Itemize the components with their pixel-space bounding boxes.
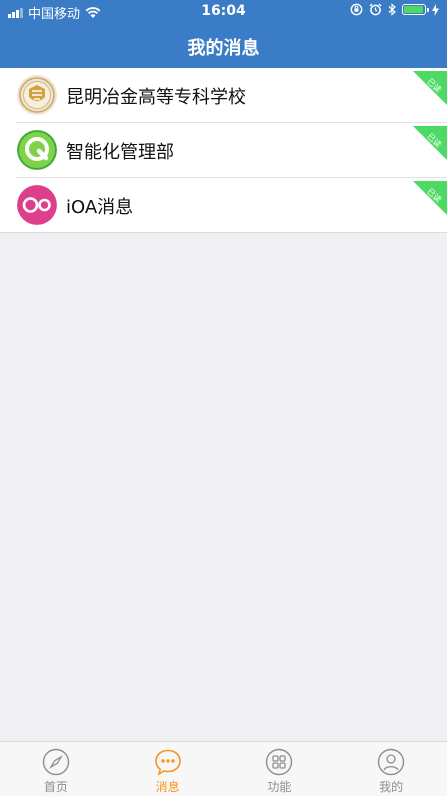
chat-bubble-icon [154, 749, 181, 776]
user-icon [377, 748, 405, 776]
message-item-title: iOA消息 [66, 197, 134, 218]
message-item-title: 昆明冶金高等专科学校 [66, 87, 246, 108]
read-badge: 已读 [413, 126, 447, 160]
tab-functions[interactable]: 功能 [224, 742, 336, 796]
status-right [350, 3, 439, 16]
page-title: 我的消息 [187, 38, 260, 59]
tab-label: 消息 [155, 780, 180, 794]
tab-bar: 首页 消息 功能 我的 [0, 741, 447, 796]
compass-icon [42, 748, 70, 776]
message-list: 昆明冶金高等专科学校 已读 智能化管理部 已读 iOA消息 已读 [0, 68, 447, 233]
pink-double-circle-icon [17, 185, 57, 225]
tab-messages[interactable]: 消息 [112, 742, 224, 796]
bluetooth-icon [388, 3, 396, 16]
battery-icon [402, 4, 429, 15]
message-item-school[interactable]: 昆明冶金高等专科学校 已读 [16, 68, 447, 123]
tab-label: 首页 [43, 780, 68, 794]
read-badge: 已读 [413, 181, 447, 215]
green-q-logo-icon [17, 130, 57, 170]
school-emblem-icon [17, 75, 57, 115]
alarm-icon [369, 3, 382, 16]
message-item-management[interactable]: 智能化管理部 已读 [16, 123, 447, 178]
rotation-lock-icon [350, 3, 363, 16]
nav-bar: 我的消息 [0, 22, 447, 68]
read-badge: 已读 [413, 71, 447, 105]
message-item-ioa[interactable]: iOA消息 已读 [16, 178, 447, 232]
tab-profile[interactable]: 我的 [335, 742, 447, 796]
message-item-title: 智能化管理部 [66, 142, 174, 163]
grid-icon [266, 748, 293, 776]
tab-home[interactable]: 首页 [0, 742, 112, 796]
tab-label: 我的 [379, 780, 404, 794]
tab-label: 功能 [267, 780, 292, 794]
charging-icon [432, 3, 439, 16]
status-bar: 中国移动 16:04 [0, 0, 447, 22]
